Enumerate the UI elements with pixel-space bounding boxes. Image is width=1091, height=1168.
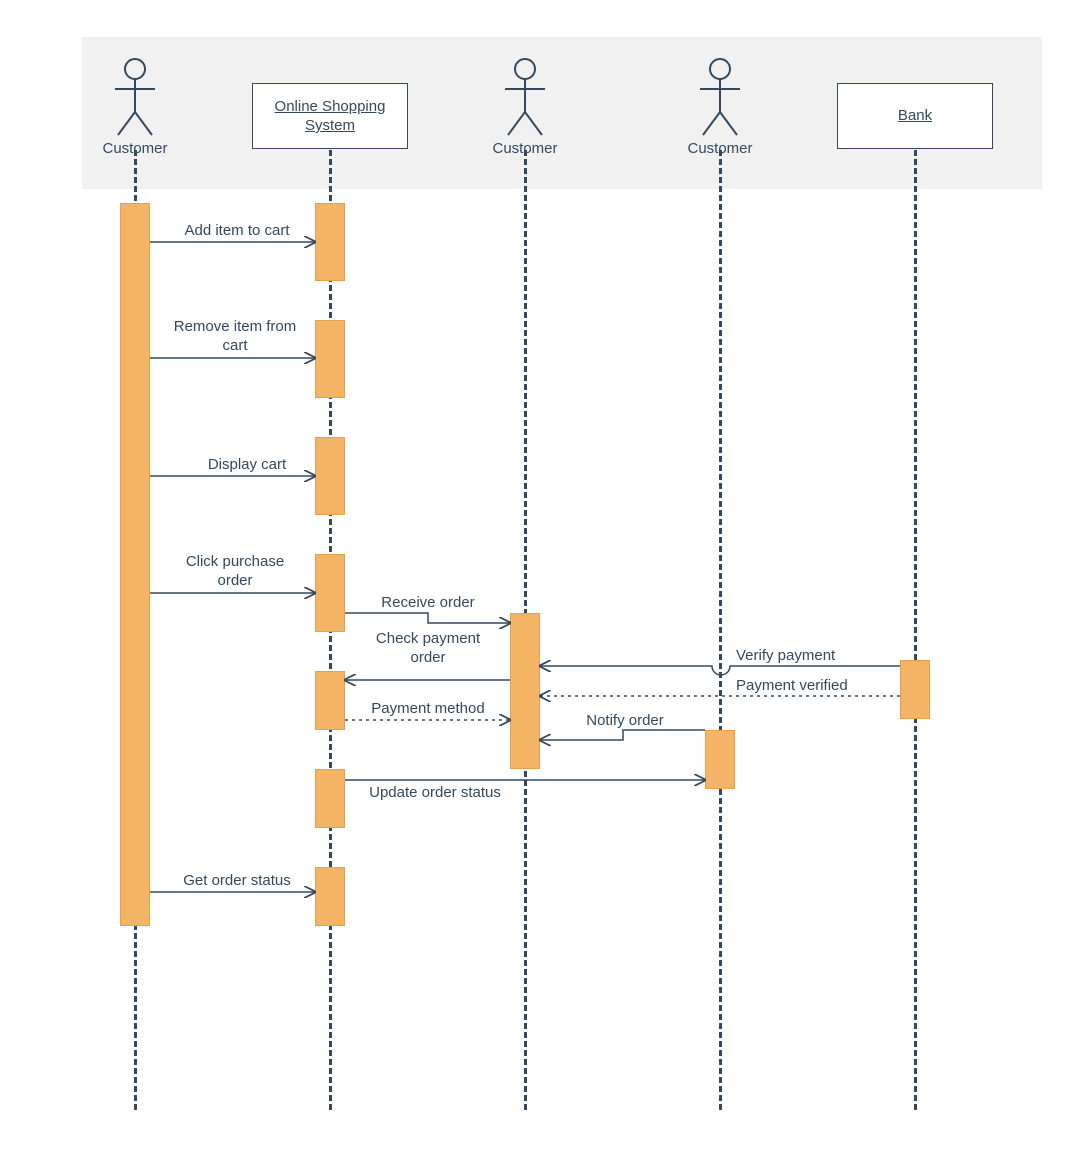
msg-get-status: Get order status [162, 872, 312, 891]
msg-add-item: Add item to cart [162, 222, 312, 241]
msg-payment-verified: Payment verified [736, 677, 896, 696]
msg-remove-item: Remove item from cart [170, 318, 300, 356]
message-arrows [0, 0, 1091, 1168]
msg-check-payment: Check payment order [358, 630, 498, 668]
msg-verify-payment: Verify payment [736, 647, 896, 666]
msg-click-purchase: Click purchase order [170, 553, 300, 591]
sequence-diagram: Customer Online Shopping System Customer… [0, 0, 1091, 1168]
msg-display-cart: Display cart [192, 456, 302, 475]
msg-notify-order: Notify order [560, 712, 690, 731]
msg-payment-method: Payment method [358, 700, 498, 719]
msg-update-status: Update order status [350, 784, 520, 803]
msg-receive-order: Receive order [358, 594, 498, 613]
